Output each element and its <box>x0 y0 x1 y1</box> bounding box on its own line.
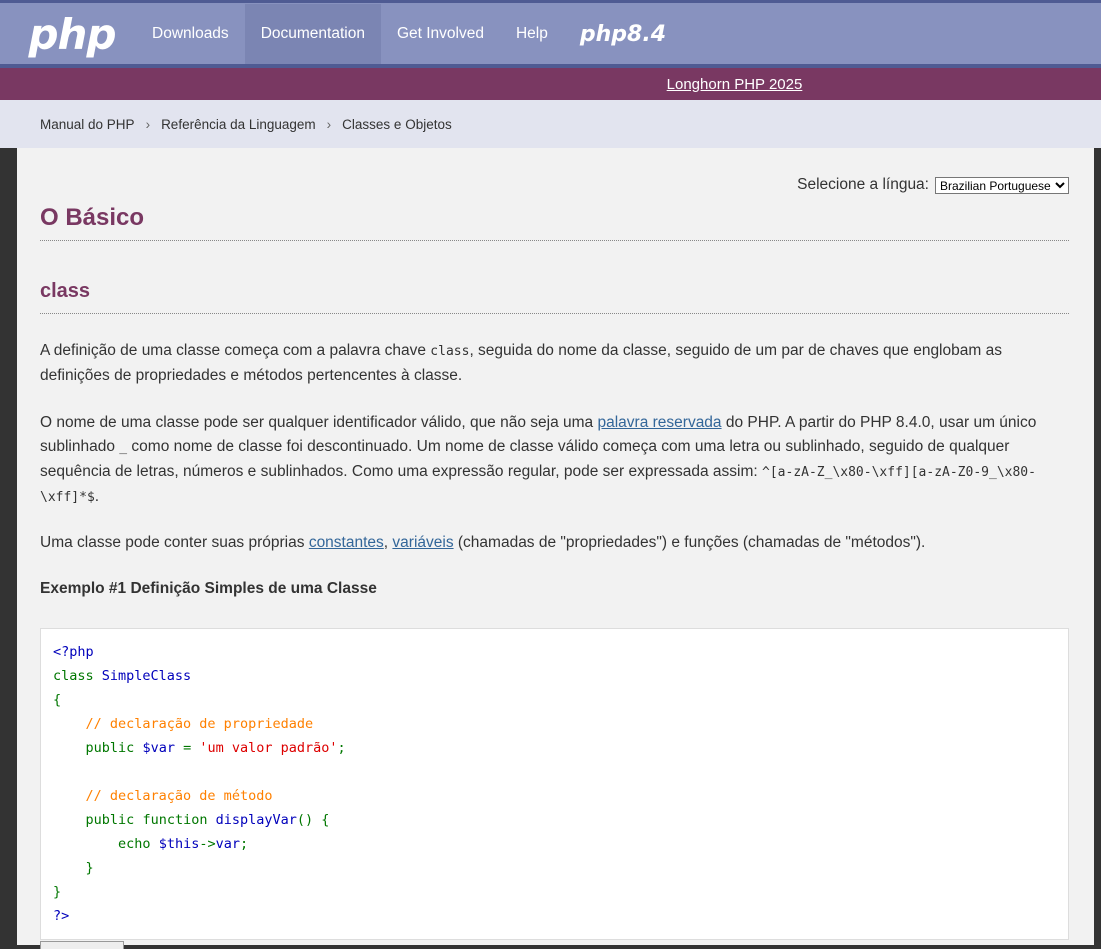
content-area: Selecione a língua: Brazilian Portuguese… <box>17 148 1094 949</box>
paragraph-1: A definição de uma classe começa com a p… <box>40 339 1069 388</box>
code-token: $var <box>142 740 175 756</box>
breadcrumb-item[interactable]: Classes e Objetos <box>342 117 452 132</box>
code-token: public <box>85 740 135 756</box>
breadcrumb-item[interactable]: Manual do PHP <box>40 117 135 132</box>
main-navbar: php Downloads Documentation Get Involved… <box>0 4 1101 68</box>
inline-code: _ <box>119 440 128 455</box>
code-comment: // declaração de propriedade <box>85 716 314 732</box>
code-token: () { <box>296 812 330 828</box>
code-example: <?php class SimpleClass { // declaração … <box>40 628 1069 940</box>
code-token: ?> <box>53 908 70 924</box>
php-logo[interactable]: php <box>0 4 136 64</box>
code-token: class <box>53 668 94 684</box>
breadcrumb-separator: › <box>326 116 332 132</box>
page-title: O Básico <box>40 204 1069 241</box>
code-token: echo <box>118 836 151 852</box>
code-token: } <box>53 884 62 900</box>
nav-downloads[interactable]: Downloads <box>136 4 245 64</box>
nav-get-involved[interactable]: Get Involved <box>381 4 500 64</box>
paragraph-3: Uma classe pode conter suas próprias con… <box>40 531 1069 555</box>
inline-code: class <box>430 344 470 359</box>
code-token: SimpleClass <box>101 668 192 684</box>
code-token: <?php <box>53 644 94 660</box>
breadcrumb-item[interactable]: Referência da Linguagem <box>161 117 316 132</box>
code-token: = <box>174 740 200 756</box>
language-select[interactable]: Brazilian Portuguese <box>935 176 1069 194</box>
nav-help[interactable]: Help <box>500 4 564 64</box>
code-token: } <box>85 860 94 876</box>
code-token: var <box>215 836 240 852</box>
php-version-logo[interactable]: php8.4 <box>564 4 682 64</box>
promo-link[interactable]: Longhorn PHP 2025 <box>667 76 803 93</box>
code-token: -> <box>199 836 216 852</box>
breadcrumb: Manual do PHP › Referência da Linguagem … <box>0 100 1101 148</box>
constants-link[interactable]: constantes <box>309 534 384 551</box>
section-title: class <box>40 280 1069 314</box>
code-token: public <box>85 812 135 828</box>
code-token: ; <box>337 740 346 756</box>
breadcrumb-separator: › <box>145 116 151 132</box>
code-token: { <box>53 692 62 708</box>
code-token: $this <box>158 836 200 852</box>
code-token: ; <box>239 836 249 852</box>
reserved-word-link[interactable]: palavra reservada <box>597 414 721 431</box>
language-chooser: Selecione a língua: Brazilian Portuguese <box>797 176 1069 194</box>
text: Uma classe pode conter suas próprias <box>40 534 309 551</box>
text: (chamadas de "propriedades") e funções (… <box>453 534 926 551</box>
variables-link[interactable]: variáveis <box>392 534 453 551</box>
example-title: Exemplo #1 Definição Simples de uma Clas… <box>40 580 377 597</box>
nav-documentation[interactable]: Documentation <box>244 4 381 64</box>
partial-button[interactable] <box>40 941 124 949</box>
paragraph-2: O nome de uma classe pode ser qualquer i… <box>40 411 1069 510</box>
code-comment: // declaração de método <box>85 788 273 804</box>
code-token: function <box>142 812 208 828</box>
code-token: displayVar <box>215 812 297 828</box>
text: . <box>94 488 100 505</box>
language-label: Selecione a língua: <box>797 176 929 193</box>
promo-banner: Longhorn PHP 2025 <box>0 68 1101 100</box>
text: O nome de uma classe pode ser qualquer i… <box>40 414 598 431</box>
code-string: 'um valor padrão' <box>199 740 338 756</box>
text: A definição de uma classe começa com a p… <box>40 342 431 359</box>
